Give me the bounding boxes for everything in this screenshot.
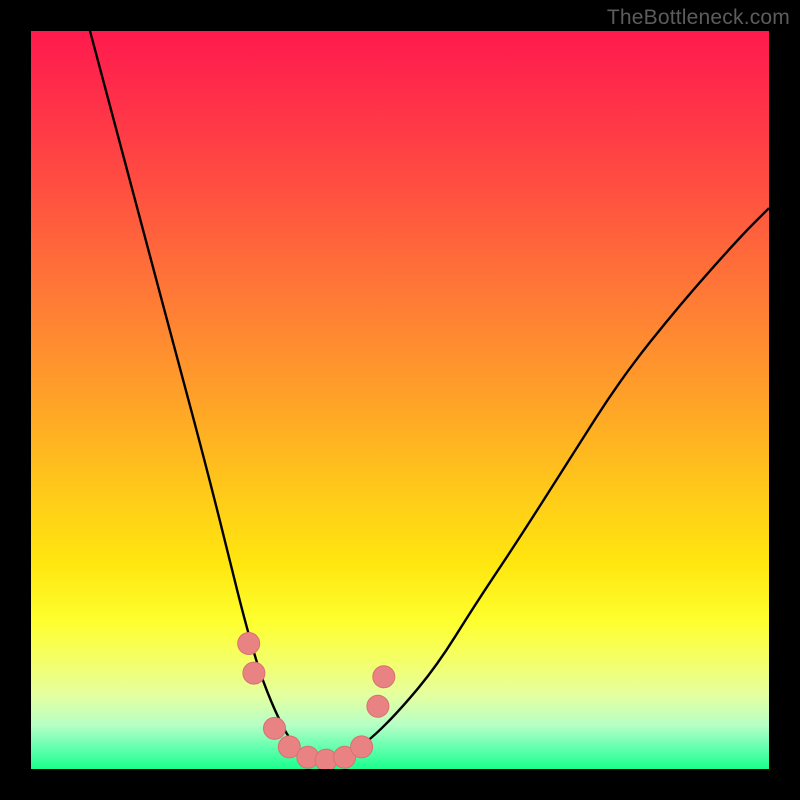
bottleneck-curve <box>90 31 769 762</box>
data-marker <box>264 717 286 739</box>
curve-markers <box>238 633 395 770</box>
data-marker <box>367 695 389 717</box>
chart-frame: TheBottleneck.com <box>0 0 800 800</box>
watermark-text: TheBottleneck.com <box>607 6 790 30</box>
data-marker <box>238 633 260 655</box>
curve-layer <box>31 31 769 769</box>
curve-line <box>90 31 769 762</box>
data-marker <box>243 662 265 684</box>
plot-area <box>31 31 769 769</box>
data-marker <box>373 666 395 688</box>
data-marker <box>351 736 373 758</box>
